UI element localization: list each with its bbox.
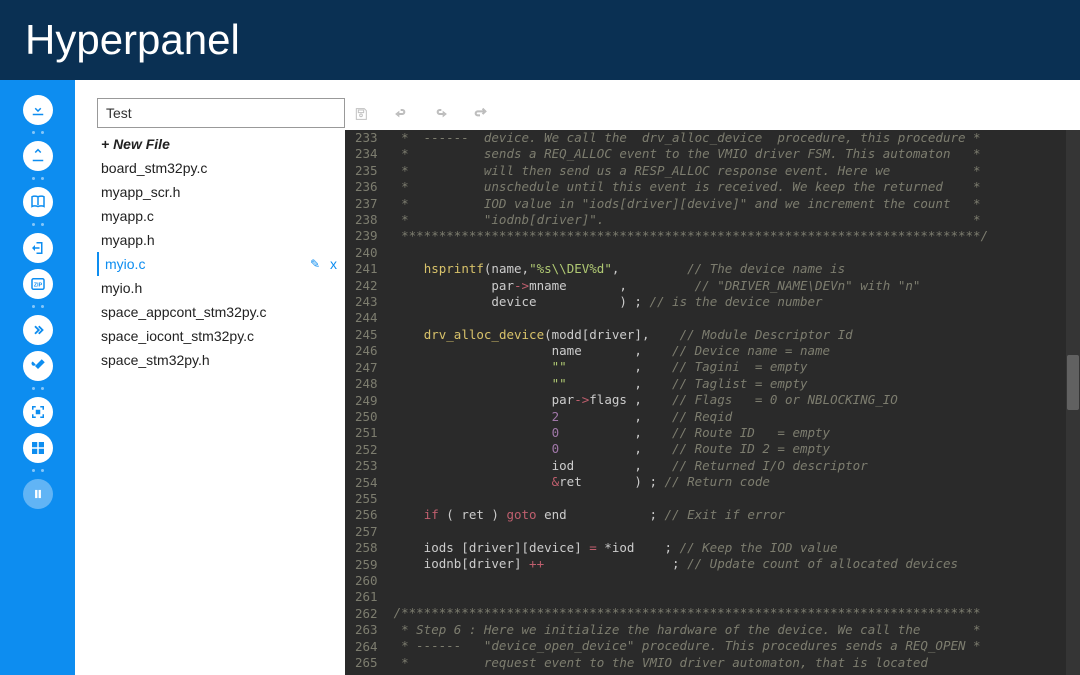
logout-icon[interactable] [23,233,53,263]
file-list: + New File board_stm32py.c myapp_scr.hmyap… [97,132,345,372]
edit-icon[interactable]: ✎ [310,257,320,271]
file-name: myio.c [105,256,145,272]
file-name: myapp.h [101,232,155,248]
book-icon[interactable] [23,187,53,217]
file-name: space_iocont_stm32py.c [101,328,254,344]
file-name: myapp_scr.h [101,184,180,200]
file-item[interactable]: myapp.h [97,228,345,252]
code-area[interactable]: * ------ device. We call the drv_alloc_d… [394,130,1066,675]
new-file-button[interactable]: + New File [97,132,345,156]
file-name: myapp.c [101,208,154,224]
file-name: space_appcont_stm32py.c [101,304,267,320]
undo-icon[interactable] [391,104,411,124]
expand-icon[interactable] [23,315,53,345]
scrollbar-thumb[interactable] [1067,355,1079,410]
file-name: board_stm32py.c [101,160,207,176]
grid-icon[interactable] [23,433,53,463]
file-panel: + New File board_stm32py.c myapp_scr.hmyap… [75,98,345,675]
editor-toolbar [345,98,1080,130]
pause-icon[interactable] [23,479,53,509]
svg-text:ZIP: ZIP [33,282,42,288]
file-item[interactable]: space_appcont_stm32py.c [97,300,345,324]
upload-icon[interactable] [23,141,53,171]
repeat-icon[interactable] [471,104,491,124]
file-search-input[interactable] [97,98,345,128]
dots-icon [32,177,44,181]
dots-icon [32,469,44,473]
dots-icon [32,387,44,391]
file-item[interactable]: myio.h [97,276,345,300]
dots-icon [32,223,44,227]
gutter: 2332342352362372382392402412422432442452… [345,130,394,675]
file-item[interactable]: myio.c ✎ x [97,252,345,276]
file-name: myio.h [101,280,142,296]
tools-icon[interactable] [23,351,53,381]
dots-icon [32,131,44,135]
download-icon[interactable] [23,95,53,125]
dots-icon [32,305,44,309]
close-icon[interactable]: x [330,256,337,272]
scan-icon[interactable] [23,397,53,427]
file-item[interactable]: board_stm32py.c [97,156,345,180]
sidebar: ZIP [0,80,75,675]
file-item[interactable]: myapp_scr.h [97,180,345,204]
zip-icon[interactable]: ZIP [23,269,53,299]
editor-wrap: 2332342352362372382392402412422432442452… [345,98,1080,675]
code-editor[interactable]: 2332342352362372382392402412422432442452… [345,130,1080,675]
content-area: + New File board_stm32py.c myapp_scr.hmyap… [75,80,1080,675]
vertical-scrollbar[interactable] [1066,130,1080,675]
workspace: ZIP + New File board_stm32py.c myapp_scr.h… [0,80,1080,675]
app-header: Hyperpanel [0,0,1080,80]
file-item[interactable]: space_stm32py.h [97,348,345,372]
brand-title: Hyperpanel [25,16,240,64]
file-item[interactable]: myapp.c [97,204,345,228]
redo-icon[interactable] [431,104,451,124]
file-item[interactable]: space_iocont_stm32py.c [97,324,345,348]
save-icon[interactable] [351,104,371,124]
file-name: space_stm32py.h [101,352,210,368]
